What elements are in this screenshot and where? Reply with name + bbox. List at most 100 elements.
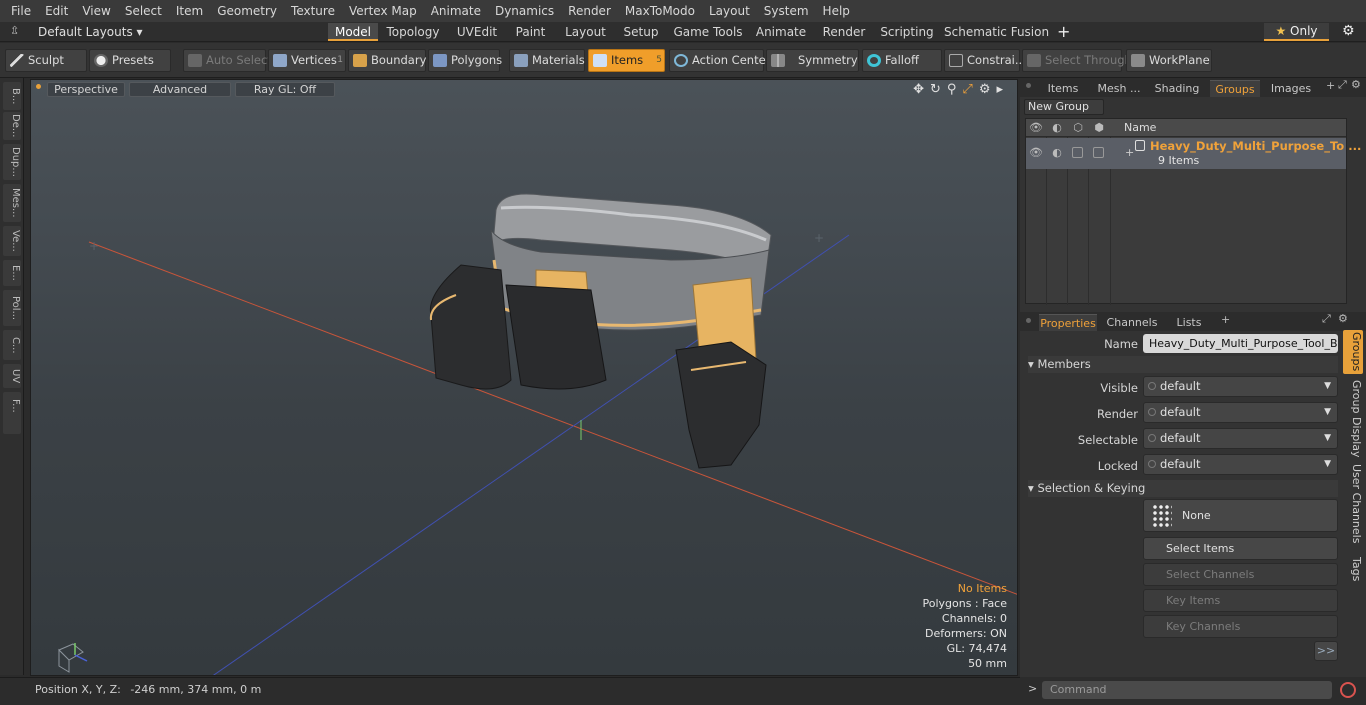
row-eye-icon[interactable]: 👁 (1029, 147, 1043, 159)
layout-tab[interactable]: UVEdit (450, 23, 504, 41)
properties-tab[interactable]: Channels (1104, 314, 1160, 331)
layout-tab[interactable]: Render (815, 23, 873, 41)
only-toggle[interactable]: ★ Only (1264, 23, 1329, 41)
panel-dot-icon[interactable] (1026, 318, 1031, 323)
boundary-button[interactable]: Boundary (348, 49, 426, 72)
members-section[interactable]: ▾ Members (1028, 356, 1338, 373)
presets-button[interactable]: Presets (89, 49, 171, 72)
layout-preset-dropdown[interactable]: Default Layouts ▾ (38, 25, 143, 39)
add-layout-tab-button[interactable]: + (1057, 22, 1070, 41)
left-strip-tab[interactable]: De... (3, 112, 21, 140)
name-field[interactable]: Heavy_Duty_Multi_Purpose_Tool_Belt (1143, 334, 1338, 353)
side-tab[interactable]: Groups (1343, 330, 1363, 374)
properties-tab[interactable]: Lists (1166, 314, 1212, 331)
menu-item[interactable]: Dynamics (488, 4, 561, 18)
left-strip-tab[interactable]: B... (3, 82, 21, 110)
props-gear-icon[interactable]: ⚙ (1338, 312, 1348, 325)
lock-cube-icon[interactable]: ⬡ (1071, 122, 1085, 134)
expand-plus-icon[interactable]: + (1125, 146, 1134, 159)
visibility-eye-icon[interactable]: 👁 (1029, 122, 1043, 134)
menu-item[interactable]: Item (169, 4, 210, 18)
sculpt-button[interactable]: Sculpt (5, 49, 87, 72)
top-panel-expand-icon[interactable]: ⤢ (1338, 78, 1347, 92)
menu-item[interactable]: Vertex Map (342, 4, 424, 18)
key-items-button[interactable]: Key Items (1143, 589, 1338, 612)
tool-belt-model[interactable] (429, 193, 772, 469)
panel-tab[interactable]: Images (1269, 80, 1313, 97)
layout-tab[interactable]: Model (328, 23, 378, 41)
menu-item[interactable]: Edit (38, 4, 75, 18)
group-row[interactable]: 👁 ◐ + Heavy_Duty_Multi_Purpose_To ... 9 … (1026, 138, 1361, 169)
layout-tab[interactable]: Game Tools (670, 23, 746, 41)
side-tab[interactable]: User Channels (1343, 464, 1363, 544)
more-button[interactable]: >> (1314, 641, 1338, 661)
materials-button[interactable]: Materials (509, 49, 585, 72)
left-strip-toggle[interactable] (3, 416, 21, 434)
new-group-button[interactable]: New Group (1024, 99, 1104, 115)
selectable-dropdown[interactable]: default ▼ (1143, 428, 1338, 449)
left-strip-tab[interactable]: E... (3, 260, 21, 286)
row-lock-checkbox[interactable] (1072, 147, 1083, 158)
items-button[interactable]: Items 5 (588, 49, 665, 72)
layout-tab[interactable]: Paint (508, 23, 553, 41)
menu-item[interactable]: Render (561, 4, 618, 18)
panel-tab[interactable]: Items (1046, 80, 1080, 97)
panel-tab[interactable]: Mesh ... (1096, 80, 1142, 97)
menu-item[interactable]: MaxToModo (618, 4, 702, 18)
menu-item[interactable]: Layout (702, 4, 757, 18)
left-strip-tab[interactable]: C... (3, 330, 21, 360)
menu-item[interactable]: View (75, 4, 117, 18)
key-channels-button[interactable]: Key Channels (1143, 615, 1338, 638)
layout-tab[interactable]: Animate (752, 23, 810, 41)
props-expand-icon[interactable]: ⤢ (1322, 312, 1331, 326)
top-panel-add-icon[interactable]: + (1326, 79, 1335, 92)
left-strip-tab[interactable]: Pol... (3, 290, 21, 326)
panel-tab[interactable]: Shading (1154, 80, 1200, 97)
layout-tab[interactable]: Topology (380, 23, 446, 41)
panel-tab[interactable]: Groups (1210, 80, 1260, 97)
menu-item[interactable]: Geometry (210, 4, 284, 18)
menu-item[interactable]: Help (816, 4, 857, 18)
select-cube-icon[interactable]: ⬢ (1092, 122, 1106, 134)
workplane-button[interactable]: WorkPlane (1126, 49, 1212, 72)
properties-tab[interactable]: Properties (1039, 314, 1097, 331)
render-icon[interactable]: ◐ (1050, 122, 1064, 134)
side-tab[interactable]: Tags (1343, 550, 1363, 588)
falloff-button[interactable]: Falloff (862, 49, 942, 72)
layout-tab[interactable]: Schematic Fusion (944, 23, 1049, 41)
none-button[interactable]: None (1143, 499, 1338, 532)
side-tab[interactable]: Group Display (1343, 380, 1363, 458)
auto-select-button[interactable]: Auto Select (183, 49, 272, 72)
left-strip-tab[interactable]: UV (3, 364, 21, 388)
name-column-header[interactable]: Name (1124, 121, 1156, 134)
props-add-icon[interactable]: + (1221, 313, 1230, 326)
menu-item[interactable]: Texture (284, 4, 342, 18)
layout-home-icon[interactable]: ⇫ (10, 24, 19, 37)
panel-dot-icon[interactable] (1026, 83, 1031, 88)
vertices-button[interactable]: Vertices 1 (268, 49, 346, 72)
layout-tab[interactable]: Layout (557, 23, 614, 41)
layout-tab[interactable]: Setup (617, 23, 665, 41)
select-channels-button[interactable]: Select Channels (1143, 563, 1338, 586)
symmetry-button[interactable]: Symmetry (766, 49, 859, 72)
command-input[interactable]: Command (1042, 681, 1332, 699)
render-dropdown[interactable]: default ▼ (1143, 402, 1338, 423)
select-through-button[interactable]: Select Through (1022, 49, 1132, 72)
selection-keying-section[interactable]: ▾ Selection & Keying (1028, 480, 1338, 497)
locked-dropdown[interactable]: default ▼ (1143, 454, 1338, 475)
top-panel-gear-icon[interactable]: ⚙ (1351, 78, 1361, 91)
menu-item[interactable]: System (757, 4, 816, 18)
menu-item[interactable]: Select (118, 4, 169, 18)
menu-item[interactable]: File (4, 4, 38, 18)
visible-dropdown[interactable]: default ▼ (1143, 376, 1338, 397)
record-icon[interactable] (1340, 682, 1356, 698)
constraints-button[interactable]: Constrai... (944, 49, 1026, 72)
row-render-icon[interactable]: ◐ (1050, 147, 1064, 159)
action-center-button[interactable]: Action Center (669, 49, 770, 72)
left-strip-tab[interactable]: Ve... (3, 226, 21, 256)
polygons-button[interactable]: Polygons (428, 49, 502, 72)
left-strip-tab[interactable]: Mes... (3, 184, 21, 222)
layout-tab[interactable]: Scripting (878, 23, 936, 41)
select-items-button[interactable]: Select Items (1143, 537, 1338, 560)
row-select-checkbox[interactable] (1093, 147, 1104, 158)
